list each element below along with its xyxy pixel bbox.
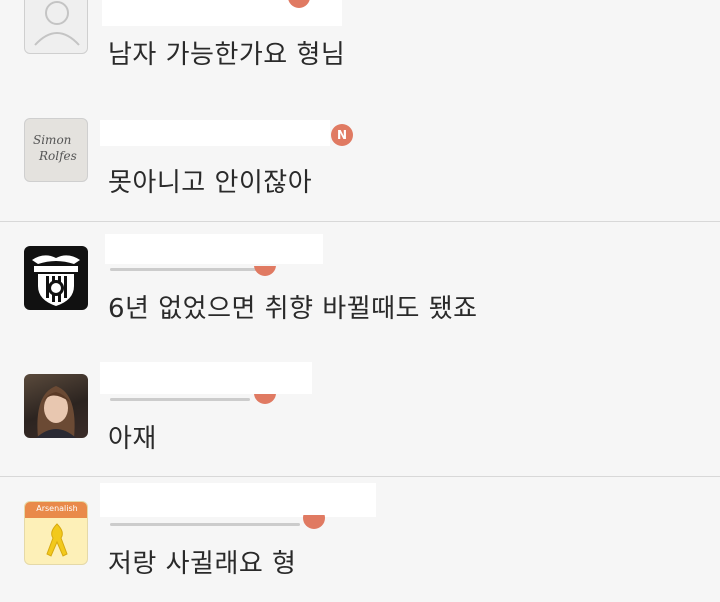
comment-item[interactable]: 남자 가능한가요 형님 xyxy=(0,0,720,110)
comment-item[interactable]: Simon Rolfes N 못아니고 안이잖아 xyxy=(0,110,720,222)
comment-item[interactable]: 6년 없었으면 취향 바뀔때도 됐죠 xyxy=(0,222,720,350)
comment-text: 아재 xyxy=(108,424,157,454)
username-remnant xyxy=(110,523,300,526)
comment-item[interactable]: 아재 xyxy=(0,350,720,476)
comment-text: 6년 없었으면 취향 바뀔때도 됐죠 xyxy=(108,294,478,324)
comment-item[interactable]: Arsenalish 저랑 사귈래요 형 xyxy=(0,477,720,602)
person-icon xyxy=(34,1,80,46)
signature-avatar[interactable]: Simon Rolfes xyxy=(24,118,88,182)
signature-first-name: Simon xyxy=(33,133,72,147)
username-remnant xyxy=(110,268,260,271)
comment-text: 못아니고 안이잖아 xyxy=(108,168,313,198)
club-crest-icon xyxy=(32,255,80,306)
signature-last-name: Rolfes xyxy=(39,149,77,163)
arsenalish-ribbon-avatar[interactable]: Arsenalish xyxy=(24,501,88,565)
photo-avatar[interactable] xyxy=(24,374,88,438)
comment-text: 남자 가능한가요 형님 xyxy=(108,40,346,70)
redacted-username xyxy=(105,234,323,264)
new-badge: N xyxy=(331,124,353,146)
redacted-username xyxy=(100,362,312,394)
yellow-ribbon-icon xyxy=(46,523,68,557)
default-person-avatar[interactable] xyxy=(24,0,88,54)
portrait-image xyxy=(36,386,76,438)
valencia-crest-avatar[interactable] xyxy=(24,246,88,310)
username-remnant xyxy=(110,398,250,401)
redacted-username xyxy=(100,483,376,517)
comment-text: 저랑 사귈래요 형 xyxy=(108,549,297,579)
redacted-username xyxy=(100,120,330,146)
